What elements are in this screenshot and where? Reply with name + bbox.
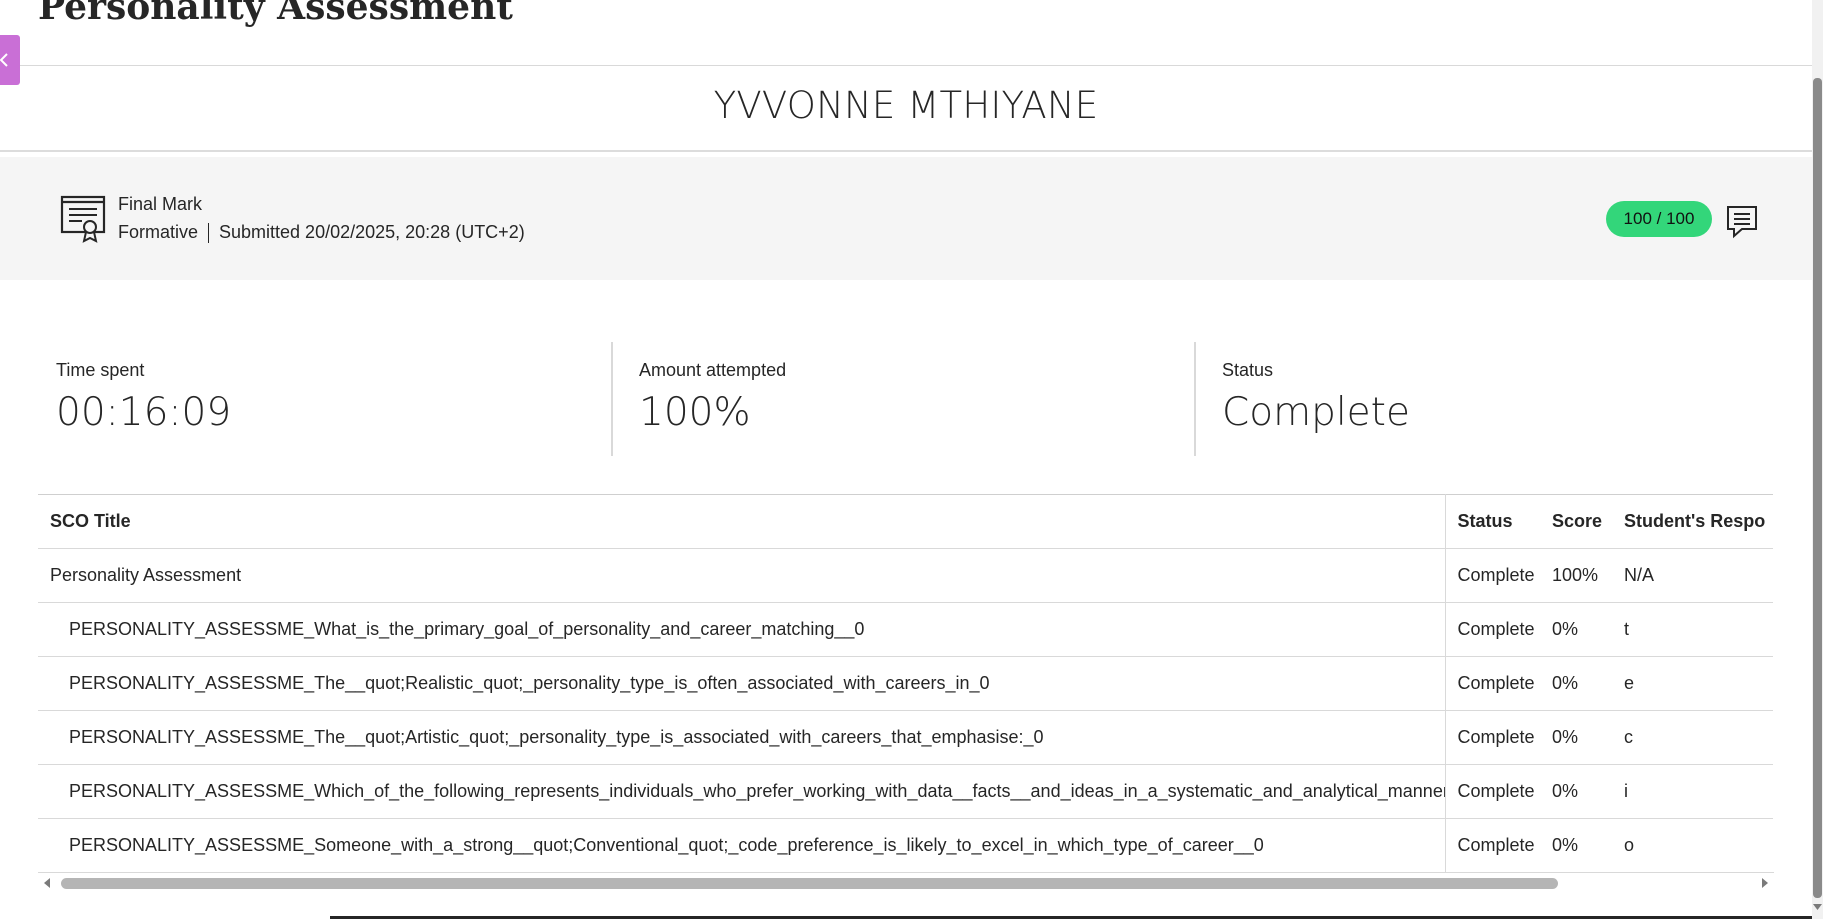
status-cell: Complete [1445,548,1548,603]
status-cell: Complete [1445,710,1548,765]
sco-title-cell: Personality Assessment [38,548,1446,603]
submitted-date: Submitted 20/02/2025, 20:28 (UTC+2) [219,222,525,242]
table-row[interactable]: Personality Assessment Complete 100% N/A [38,548,1773,603]
table-row[interactable]: PERSONALITY_ASSESSME_Someone_with_a_stro… [38,818,1773,873]
table-row[interactable]: PERSONALITY_ASSESSME_The__quot;Artistic_… [38,710,1773,765]
response-cell: e [1620,656,1773,711]
separator [208,222,210,243]
score-cell: 0% [1548,710,1620,765]
sco-table-container: SCO Title Status Score Student's Respo P… [38,494,1773,874]
response-cell: t [1620,602,1773,657]
response-cell: i [1620,764,1773,819]
sco-title-cell: PERSONALITY_ASSESSME_Which_of_the_follow… [38,764,1446,819]
response-cell: N/A [1620,548,1773,603]
score-cell: 0% [1548,764,1620,819]
sco-title-cell: PERSONALITY_ASSESSME_Someone_with_a_stro… [38,818,1446,873]
column-header-status[interactable]: Status [1445,494,1548,549]
student-name: YVVONNE MTHIYANE [713,84,1099,127]
collapse-panel-button[interactable] [0,35,20,85]
horizontal-scroll-thumb[interactable] [61,878,1558,889]
status-cell: Complete [1445,764,1548,819]
status-cell: Complete [1445,656,1548,711]
final-mark-panel: Final Mark Formative Submitted 20/02/202… [0,157,1812,280]
vertical-scroll-thumb[interactable] [1813,78,1822,898]
amount-attempted-label: Amount attempted [639,360,787,380]
table-header-row: SCO Title Status Score Student's Respo [38,494,1773,549]
table-row[interactable]: PERSONALITY_ASSESSME_Which_of_the_follow… [38,764,1773,819]
sco-title-cell: PERSONALITY_ASSESSME_The__quot;Artistic_… [38,710,1446,765]
header-divider [0,65,1812,66]
score-cell: 0% [1548,656,1620,711]
score-badge[interactable]: 100 / 100 [1606,201,1712,237]
attempt-stats: Time spent 00:16:09 Amount attempted 100… [38,342,1774,456]
time-spent-label: Time spent [56,360,145,380]
certificate-icon [60,195,106,243]
final-mark-title: Final Mark [118,194,203,214]
sco-table: SCO Title Status Score Student's Respo P… [38,494,1773,873]
scroll-right-icon[interactable] [1760,877,1770,889]
status-value: Complete [1222,390,1410,435]
status-label: Status [1222,360,1274,380]
column-header-sco-title[interactable]: SCO Title [38,494,1446,549]
scroll-down-icon[interactable] [1813,903,1822,911]
stat-divider [1194,342,1196,456]
time-spent-value: 00:16:09 [56,390,232,435]
time-spent-stat: Time spent 00:16:09 [38,342,610,456]
scroll-left-icon[interactable] [42,877,52,889]
column-header-response[interactable]: Student's Respo [1620,494,1773,549]
horizontal-scrollbar[interactable] [38,873,1774,893]
assessment-type: Formative [118,222,199,242]
score-cell: 0% [1548,602,1620,657]
sco-title-cell: PERSONALITY_ASSESSME_The__quot;Realistic… [38,656,1446,711]
status-cell: Complete [1445,818,1548,873]
score-cell: 100% [1548,548,1620,603]
chevron-left-icon [0,53,8,67]
page-title: Personality Assessment [38,0,513,28]
amount-attempted-value: 100% [639,390,751,435]
band-divider [0,150,1812,152]
stat-divider [611,342,613,456]
score-cell: 0% [1548,818,1620,873]
vertical-scrollbar[interactable] [1812,0,1823,919]
comment-icon[interactable] [1726,205,1758,239]
response-cell: o [1620,818,1773,873]
amount-attempted-stat: Amount attempted 100% [621,342,1193,456]
final-mark-details: Formative Submitted 20/02/2025, 20:28 (U… [118,222,525,243]
column-header-score[interactable]: Score [1548,494,1620,549]
status-cell: Complete [1445,602,1548,657]
response-cell: c [1620,710,1773,765]
status-stat: Status Complete [1204,342,1774,456]
table-row[interactable]: PERSONALITY_ASSESSME_The__quot;Realistic… [38,656,1773,711]
sco-title-cell: PERSONALITY_ASSESSME_What_is_the_primary… [38,602,1446,657]
table-row[interactable]: PERSONALITY_ASSESSME_What_is_the_primary… [38,602,1773,657]
